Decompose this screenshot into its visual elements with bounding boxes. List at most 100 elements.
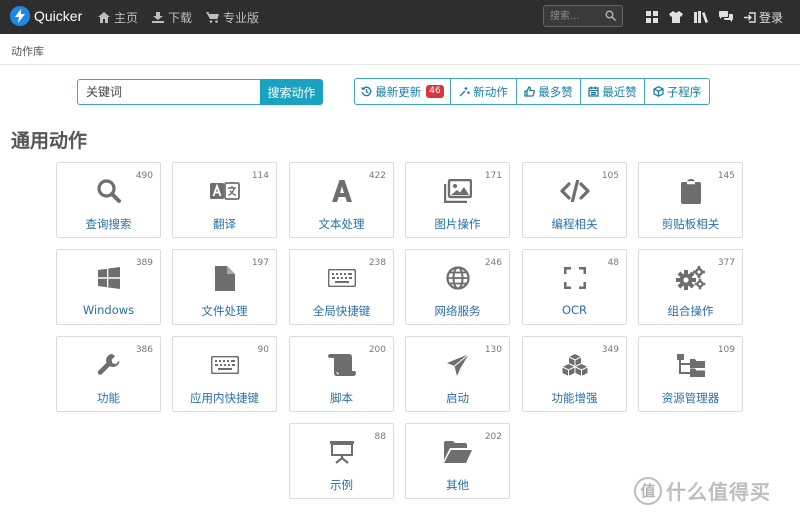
- category-card-other[interactable]: 202 其他: [405, 423, 510, 499]
- home-icon: [98, 11, 110, 23]
- category-card-translate[interactable]: 114 翻译: [172, 162, 277, 238]
- keyboard-icon: [327, 269, 356, 287]
- category-label: 翻译: [213, 217, 236, 231]
- tshirt-icon[interactable]: [669, 11, 683, 23]
- file-icon: [214, 265, 235, 291]
- windows-icon: [97, 267, 120, 289]
- category-card-windows[interactable]: 389 Windows: [56, 249, 161, 325]
- category-label: 脚本: [330, 391, 353, 405]
- watermark: 值 什么值得买: [634, 476, 771, 505]
- new-actions-label: 新动作: [473, 84, 508, 99]
- category-card-search[interactable]: 490 查询搜索: [56, 162, 161, 238]
- category-label: 文本处理: [318, 217, 365, 231]
- recently-liked-label: 最近赞: [602, 84, 637, 99]
- text-icon: [331, 180, 352, 202]
- category-card-launch[interactable]: 130 启动: [405, 336, 510, 412]
- paper-plane-icon: [446, 353, 469, 376]
- watermark-text: 什么值得买: [666, 480, 771, 504]
- search-icon[interactable]: [605, 10, 616, 21]
- category-card-enhance[interactable]: 349 功能增强: [522, 336, 627, 412]
- category-label: Windows: [82, 303, 135, 317]
- presentation-icon: [329, 441, 354, 464]
- folder-tree-icon: [676, 354, 705, 377]
- category-label: 网络服务: [434, 304, 481, 318]
- cubes-icon: [561, 354, 588, 376]
- nav-search-input[interactable]: [544, 6, 600, 26]
- grid-icon[interactable]: [646, 11, 658, 23]
- category-label: OCR: [561, 303, 588, 317]
- category-card-file[interactable]: 197 文件处理: [172, 249, 277, 325]
- wrench-icon: [97, 354, 119, 375]
- image-icon: [443, 179, 472, 203]
- category-label: 全局快捷键: [312, 304, 371, 318]
- category-card-example[interactable]: 88 示例: [289, 423, 394, 499]
- subprograms-button[interactable]: 子程序: [645, 79, 709, 104]
- updates-count-badge: 46: [426, 85, 444, 98]
- sparkle-icon: [459, 87, 471, 97]
- search-actions-button[interactable]: 搜索动作: [260, 79, 323, 105]
- latest-updates-label: 最新更新: [375, 84, 422, 99]
- brand-name: Quicker: [34, 8, 83, 24]
- category-label: 示例: [330, 478, 353, 492]
- category-card-network[interactable]: 246 网络服务: [405, 249, 510, 325]
- search-icon: [96, 179, 121, 203]
- nav-right-icons: 登录: [646, 0, 783, 34]
- cart-icon: [206, 11, 220, 23]
- keyword-input[interactable]: [77, 79, 260, 105]
- category-label: 编程相关: [551, 217, 598, 231]
- category-card-text[interactable]: 422 文本处理: [289, 162, 394, 238]
- category-card-global-hotkey[interactable]: 238 全局快捷键: [289, 249, 394, 325]
- translate-icon: [209, 182, 240, 200]
- calendar-icon: [588, 86, 599, 97]
- category-label: 查询搜索: [85, 217, 132, 231]
- code-icon: [559, 180, 590, 202]
- category-label: 资源管理器: [661, 391, 720, 405]
- sign-in-icon: [744, 11, 756, 23]
- latest-updates-button[interactable]: 最新更新 46: [355, 79, 451, 104]
- category-card-ocr[interactable]: 48 OCR: [522, 249, 627, 325]
- history-icon: [361, 86, 372, 97]
- books-icon[interactable]: [694, 11, 708, 23]
- clipboard-icon: [680, 179, 701, 204]
- recently-liked-button[interactable]: 最近赞: [581, 79, 645, 104]
- new-actions-button[interactable]: 新动作: [451, 79, 517, 104]
- nav-download-label: 下载: [168, 10, 193, 25]
- category-label: 功能增强: [551, 391, 598, 405]
- thumbs-up-icon: [524, 86, 536, 97]
- cogs-icon: [675, 266, 705, 290]
- category-card-script[interactable]: 200 脚本: [289, 336, 394, 412]
- most-liked-button[interactable]: 最多赞: [517, 79, 581, 104]
- nav-pro-link[interactable]: 专业版: [206, 9, 259, 26]
- category-label: 组合操作: [667, 304, 714, 318]
- brand[interactable]: Quicker: [10, 6, 82, 26]
- quicker-logo-icon: [10, 6, 30, 26]
- nav-links: 主页 下载 专业版: [98, 0, 259, 34]
- category-label: 文件处理: [201, 304, 248, 318]
- category-label: 其他: [446, 478, 469, 492]
- chat-icon[interactable]: [719, 11, 733, 23]
- login-link[interactable]: 登录: [744, 9, 783, 26]
- keyboard-icon: [210, 356, 239, 374]
- category-label: 应用内快捷键: [190, 391, 259, 405]
- top-navbar: Quicker 主页 下载 专业版 登录: [0, 0, 800, 34]
- nav-home-link[interactable]: 主页: [98, 9, 138, 26]
- category-card-code[interactable]: 105 编程相关: [522, 162, 627, 238]
- watermark-logo: 值: [634, 476, 662, 505]
- section-title: 通用动作: [11, 130, 88, 152]
- scan-icon: [563, 267, 586, 289]
- scroll-icon: [327, 354, 356, 376]
- category-card-clipboard[interactable]: 145 剪贴板相关: [638, 162, 743, 238]
- category-card-function[interactable]: 386 功能: [56, 336, 161, 412]
- divider: [0, 64, 800, 65]
- category-card-app-hotkey[interactable]: 90 应用内快捷键: [172, 336, 277, 412]
- subprograms-label: 子程序: [666, 84, 702, 99]
- filter-button-group: 最新更新 46 新动作 最多赞 最近赞 子程序: [354, 78, 710, 105]
- category-card-image[interactable]: 171 图片操作: [405, 162, 510, 238]
- nav-search-box: [543, 5, 623, 27]
- category-card-combo[interactable]: 377 组合操作: [638, 249, 743, 325]
- nav-download-link[interactable]: 下载: [152, 9, 192, 26]
- category-card-explorer[interactable]: 109 资源管理器: [638, 336, 743, 412]
- cube-icon: [653, 86, 664, 97]
- nav-pro-label: 专业版: [223, 10, 260, 25]
- category-label: 启动: [446, 391, 469, 405]
